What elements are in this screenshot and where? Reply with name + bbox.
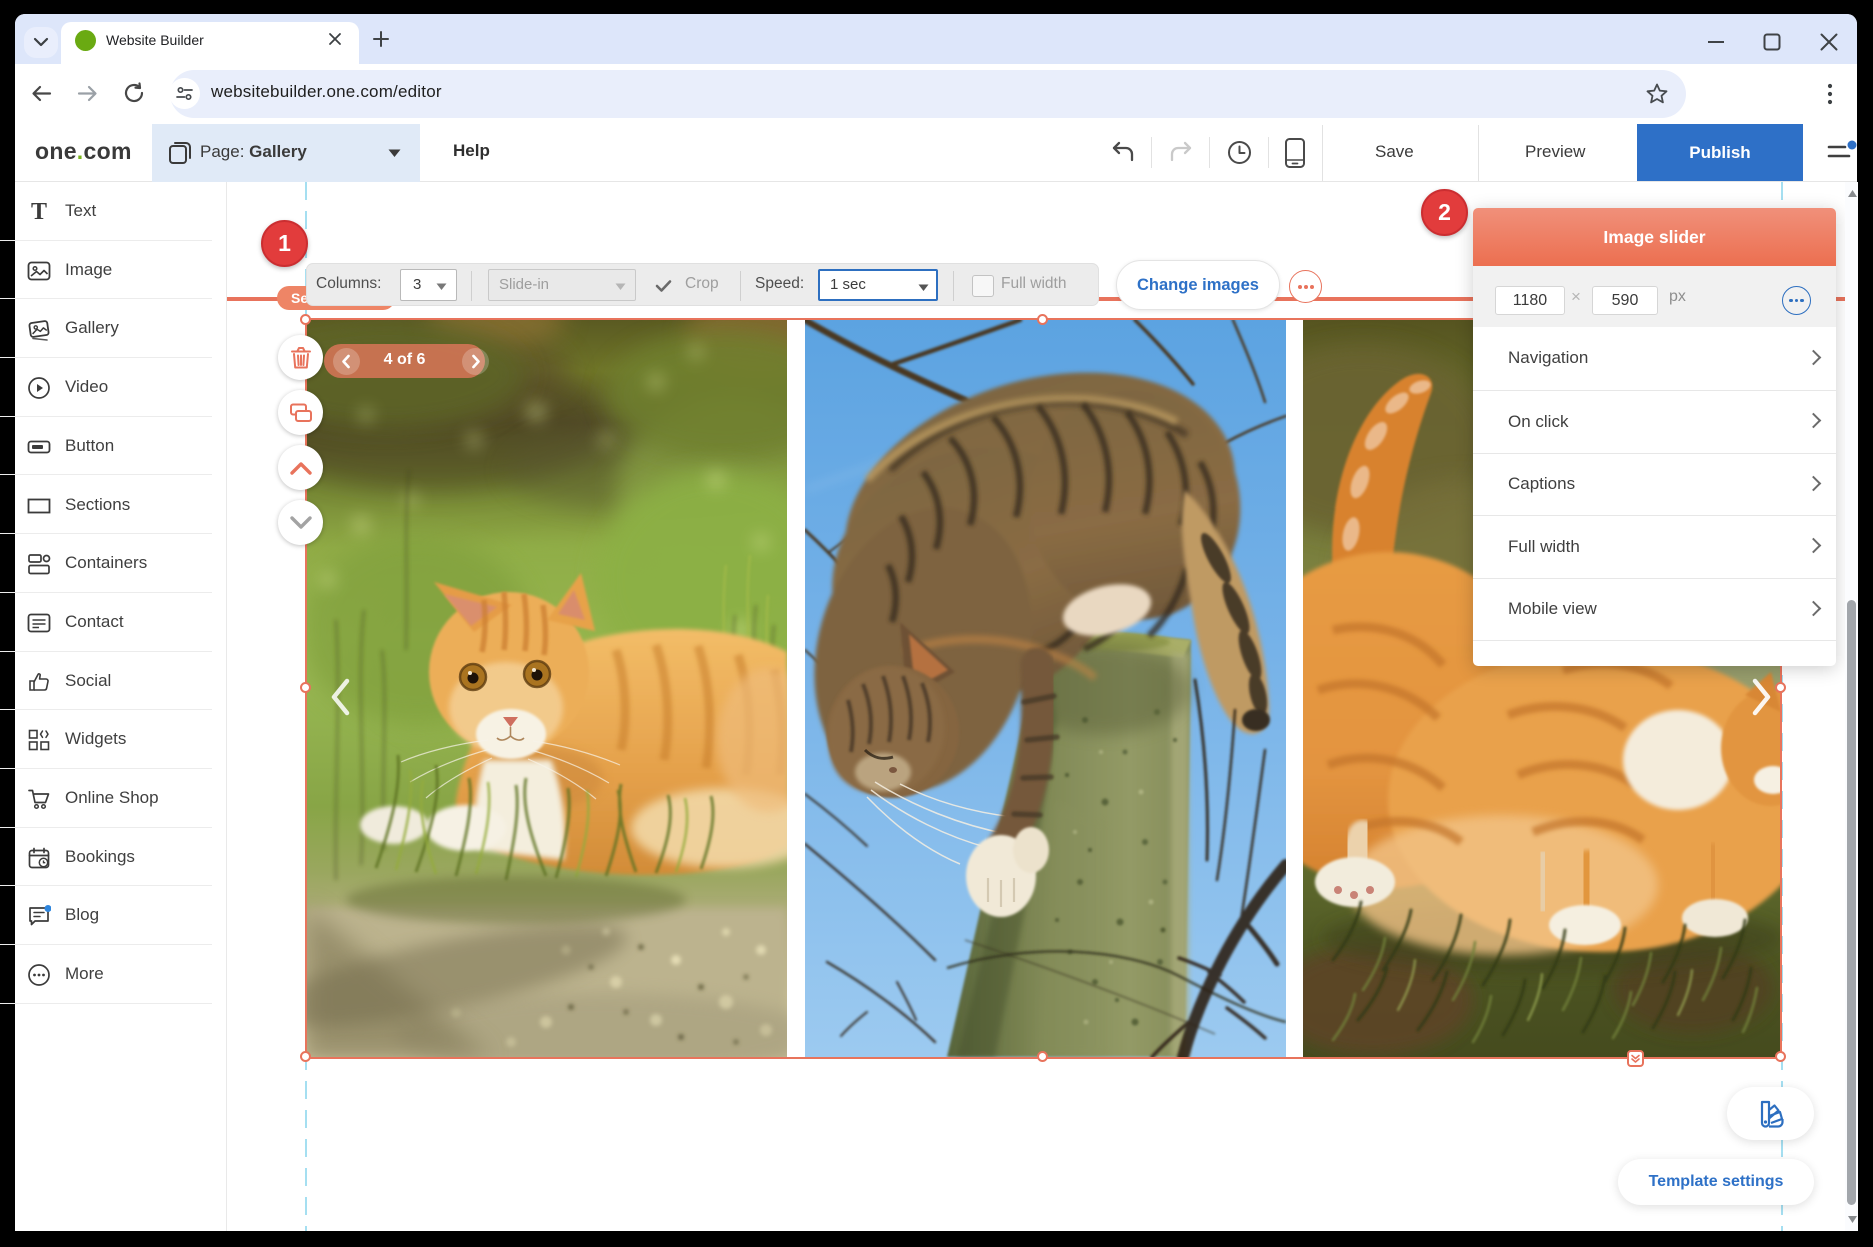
svg-text:T: T: [31, 200, 47, 224]
